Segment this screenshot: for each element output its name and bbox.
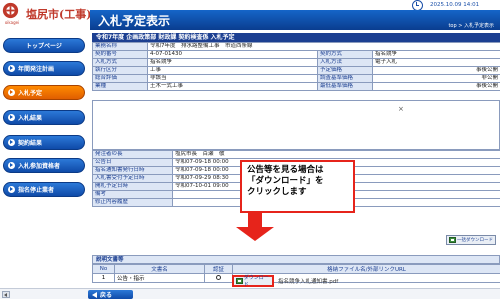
field-value: 事後公開: [371, 66, 500, 75]
current-datetime: 2025.10.09 14:01: [430, 2, 480, 8]
field-value: 土木一式工事: [147, 82, 318, 91]
bid-info-table: 業務名称 令和7年度 排水路整備工事 市道西条線 契約番号 4-07-01430…: [92, 42, 500, 91]
sidebar-item-bid-results[interactable]: 入札結果: [3, 110, 85, 125]
sidebar-item-bid-schedule[interactable]: 入札予定: [3, 85, 85, 100]
table-header-row: No 文書名 認証 格納ファイル名/外部リンクURL: [92, 264, 500, 274]
instruction-callout: 公告等を見る場合は 「ダウンロード」を クリックします: [240, 160, 355, 213]
x-mark: ×: [398, 105, 404, 113]
sidebar-item-contract-results[interactable]: 契約結果: [3, 135, 85, 150]
field-label: 備考: [92, 190, 173, 199]
sidebar-item-label: トップページ: [26, 43, 62, 50]
back-label: 戻る: [100, 292, 113, 299]
arrow-bullet-icon: [8, 114, 15, 121]
callout-line: 「ダウンロード」を: [247, 176, 324, 186]
field-label: 総合評価: [92, 74, 148, 83]
footer-bar: 戻る: [0, 288, 500, 299]
download-all-button[interactable]: 一括ダウンロード: [446, 235, 496, 245]
field-label: 発注者の長: [92, 150, 173, 159]
field-label: 入札方式: [92, 58, 148, 67]
cell-doc-name: 公告・指示: [114, 273, 205, 283]
table-row: 業種 土木一式工事 最低基準価格 事後公開: [92, 82, 500, 91]
field-label: 契約番号: [92, 50, 148, 59]
field-value: 指名競争: [371, 50, 500, 59]
download-all-label: 一括ダウンロード: [457, 238, 493, 243]
logo-caption: oikagei: [4, 20, 20, 25]
arrow-bullet-icon: [8, 162, 15, 169]
sidebar-item-label: 入札参加資格者: [18, 163, 61, 170]
field-label: 入札書受付予定日時: [92, 174, 173, 183]
table-row: 執行区分 工事 予定価格 事後公開: [92, 66, 500, 75]
field-value: 令和7年度 排水路整備工事 市道西条線: [146, 42, 500, 51]
field-label: 業務名称: [92, 42, 148, 51]
table-row: 業務名称 令和7年度 排水路整備工事 市道西条線: [92, 42, 500, 51]
column-header: 認証: [204, 264, 233, 274]
table-row: 総合評価 非該当 調査基準価格 非公開: [92, 74, 500, 83]
callout-line: 公告等を見る場合は: [247, 165, 324, 175]
sidebar-item-annual-plan[interactable]: 年間発注計画: [3, 61, 85, 76]
field-label: 契約方式: [317, 50, 373, 59]
field-value: 電子入札: [371, 58, 500, 67]
column-header: 文書名: [114, 264, 205, 274]
breadcrumb[interactable]: top > 入札予定表示: [448, 22, 494, 29]
download-icon: [236, 278, 243, 284]
table-row: 入札方式 指名競争 入札方法 電子入札: [92, 58, 500, 67]
field-label: 業種: [92, 82, 148, 91]
field-label: 指名通知書発行日時: [92, 166, 173, 175]
documents-header: 説明文書等: [92, 255, 500, 264]
back-arrow-icon: [92, 291, 97, 298]
download-icon: [449, 237, 456, 243]
field-value: 工事: [147, 66, 318, 75]
arrow-bullet-icon: [8, 65, 15, 72]
sidebar-item-label: 契約結果: [18, 140, 43, 147]
field-label: 公告日: [92, 158, 173, 167]
cell-no: 1: [92, 273, 115, 283]
sidebar-item-label: 年間発注計画: [18, 66, 55, 73]
back-button[interactable]: 戻る: [88, 290, 133, 299]
site-name: 塩尻市(工事): [26, 8, 92, 21]
field-value: 事後公開: [371, 82, 500, 91]
header: oikagei 塩尻市(工事) 2025.10.09 14:01 入札予定表示 …: [0, 0, 500, 30]
sidebar-item-label: 入札予定: [18, 90, 43, 97]
down-arrow-icon: [236, 227, 274, 241]
field-value: 非該当: [147, 74, 318, 83]
field-label: 開札予定日時: [92, 182, 173, 191]
arrow-bullet-icon: [8, 139, 15, 146]
sidebar-item-label: 指名停止業者: [18, 187, 55, 194]
additional-info-area: ×: [92, 100, 500, 150]
field-value: 4-07-01430: [147, 50, 318, 59]
field-label: 最低基準価格: [317, 82, 373, 91]
city-emblem-icon: [2, 2, 19, 19]
sidebar-item-top-page[interactable]: トップページ: [3, 38, 85, 53]
download-button[interactable]: ダウンロード: [232, 275, 274, 288]
pointer-arrow-shaft: [248, 212, 262, 228]
callout-line: クリックします: [247, 187, 307, 197]
field-label: 調査基準価格: [317, 74, 373, 83]
column-header: 格納ファイル名/外部リンクURL: [232, 264, 500, 274]
page-title: 入札予定表示: [98, 14, 171, 28]
title-bar: 入札予定表示 top > 入札予定表示: [90, 10, 500, 30]
sidebar-item-qualified-bidders[interactable]: 入札参加資格者: [3, 158, 85, 173]
download-label: ダウンロード: [243, 275, 269, 288]
circle-icon: [216, 274, 221, 280]
field-label: 予定価格: [317, 66, 373, 75]
sidebar: トップページ 年間発注計画 入札予定 入札結果 契約結果 入札参加資格者 指名停…: [0, 30, 90, 288]
field-value: 非公開: [371, 74, 500, 83]
section-header: 令和7年度 企画政策部 財政課 契約検査係 入札予定: [92, 33, 500, 42]
field-label: 入札方法: [317, 58, 373, 67]
scroll-left-icon[interactable]: [2, 291, 10, 298]
arrow-bullet-icon: [8, 89, 15, 96]
file-link[interactable]: 指名競争入札通知書.pdf: [278, 277, 338, 285]
field-value: 指名競争: [147, 58, 318, 67]
table-row: 発注者の長 塩尻市長 百瀬 敬: [92, 150, 500, 159]
cell-confirm: [204, 273, 233, 283]
table-row: 契約番号 4-07-01430 契約方式 指名競争: [92, 50, 500, 59]
field-label: 修正内容履歴: [92, 198, 173, 207]
column-header: No: [92, 264, 115, 274]
sidebar-item-suspended-vendors[interactable]: 指名停止業者: [3, 182, 85, 197]
sidebar-item-label: 入札結果: [18, 115, 43, 122]
field-label: 執行区分: [92, 66, 148, 75]
field-value: 塩尻市長 百瀬 敬: [172, 150, 500, 159]
arrow-bullet-icon: [8, 186, 15, 193]
